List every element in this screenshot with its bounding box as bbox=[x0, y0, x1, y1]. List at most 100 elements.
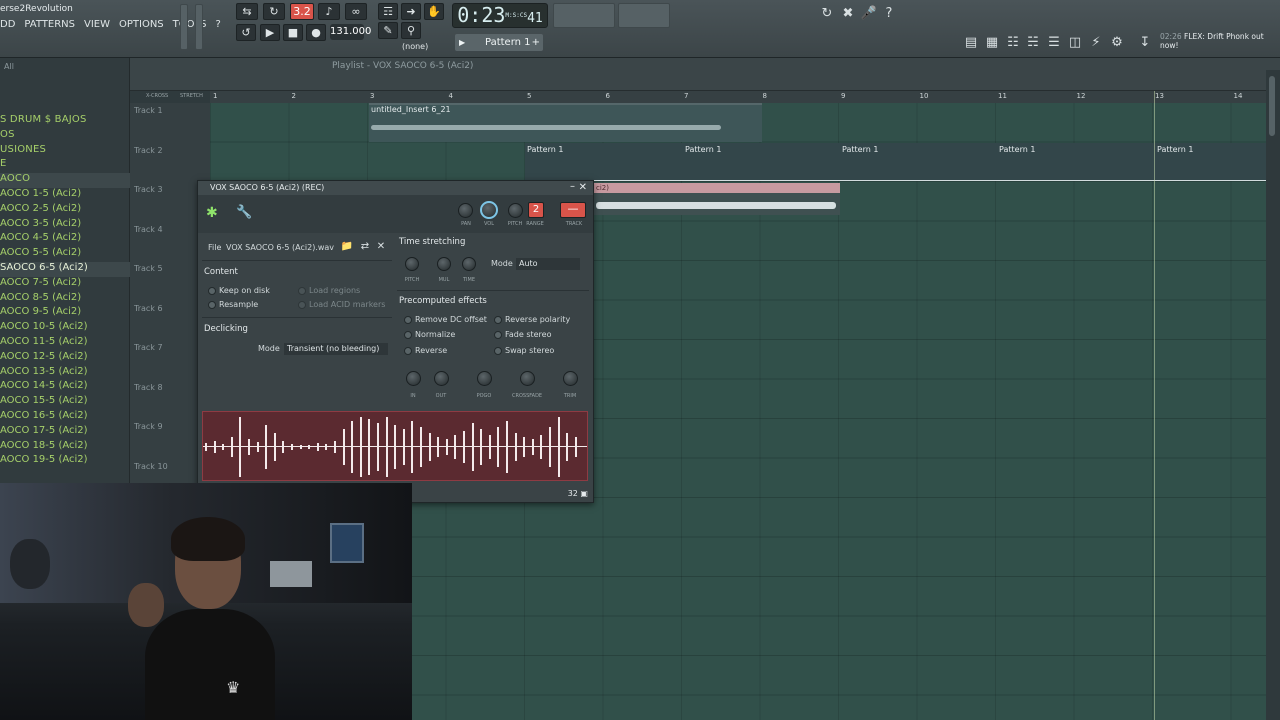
track-header-label[interactable]: Track 8 bbox=[134, 383, 163, 392]
mixer-icon[interactable]: ☷ bbox=[1004, 34, 1022, 52]
browser-item[interactable]: AOCO 12-5 (Aci2) bbox=[0, 351, 130, 366]
plugin-icon[interactable]: ⚡ bbox=[1087, 34, 1105, 52]
keep-on-disk-radio[interactable] bbox=[208, 287, 216, 295]
timeline-ruler[interactable]: 1 2 3 4 5 6 7 8 9 10 11 12 13 14 bbox=[210, 91, 1266, 103]
load-acid-radio[interactable] bbox=[298, 301, 306, 309]
browser-item[interactable]: AOCO 10-5 (Aci2) bbox=[0, 321, 130, 336]
declick-mode-select[interactable]: Transient (no bleeding) bbox=[284, 343, 388, 355]
preview-count[interactable]: 32 ▣ bbox=[568, 489, 588, 498]
scrollbar-thumb[interactable] bbox=[1269, 76, 1275, 136]
pattern-clip-3[interactable]: Pattern 1 bbox=[842, 145, 878, 154]
browser-item[interactable]: AOCO bbox=[0, 173, 130, 188]
reverse-radio[interactable] bbox=[404, 347, 412, 355]
browser-item[interactable]: AOCO 3-5 (Aci2) bbox=[0, 218, 130, 233]
playlist-icon[interactable]: ▤ bbox=[962, 34, 980, 52]
crossfade-knob[interactable] bbox=[520, 371, 535, 386]
browser-item[interactable]: AOCO 1-5 (Aci2) bbox=[0, 188, 130, 203]
microphone-icon[interactable]: 🎤 bbox=[860, 5, 878, 23]
wrench-tab-icon[interactable]: 🔧 bbox=[236, 205, 252, 220]
pattern-clip-4[interactable]: Pattern 1 bbox=[999, 145, 1035, 154]
help-icon[interactable]: ? bbox=[880, 5, 898, 23]
pattern-arrow-icon[interactable]: ▶ bbox=[459, 34, 465, 51]
pattern-clip-1[interactable]: Pattern 1 bbox=[527, 145, 563, 154]
in-knob[interactable] bbox=[406, 371, 421, 386]
sample-preview[interactable] bbox=[202, 411, 588, 481]
out-knob[interactable] bbox=[434, 371, 449, 386]
browser-item[interactable]: AOCO 18-5 (Aci2) bbox=[0, 440, 130, 455]
folder-icon[interactable]: 📁 bbox=[340, 238, 354, 256]
track-header-label[interactable]: Track 1 bbox=[134, 106, 163, 115]
play-button[interactable]: ▶ bbox=[260, 24, 280, 41]
browser-filter[interactable]: All bbox=[4, 62, 14, 71]
normalize-radio[interactable] bbox=[404, 331, 412, 339]
track-header-label[interactable]: Track 3 bbox=[134, 185, 163, 194]
master-volume-slider[interactable] bbox=[180, 4, 188, 50]
volume-knob[interactable] bbox=[480, 201, 498, 219]
load-regions-radio[interactable] bbox=[298, 287, 306, 295]
mixer-track-button[interactable]: — bbox=[560, 202, 586, 218]
browser-item[interactable]: S DRUM $ BAJOS bbox=[0, 114, 130, 129]
waveform-tab-icon[interactable]: ✱ bbox=[206, 205, 218, 221]
file-close-icon[interactable]: ✕ bbox=[374, 238, 388, 256]
browser-icon[interactable]: ◫ bbox=[1066, 34, 1084, 52]
pogo-knob[interactable] bbox=[477, 371, 492, 386]
ts-pitch-knob[interactable] bbox=[405, 257, 419, 271]
track-header-label[interactable]: Track 7 bbox=[134, 343, 163, 352]
channel-rack-icon[interactable]: ▦ bbox=[983, 34, 1001, 52]
song-mode-button[interactable]: ⇆ bbox=[236, 3, 258, 20]
blend-button[interactable]: ∞ bbox=[345, 3, 367, 20]
browser-item[interactable]: AOCO 17-5 (Aci2) bbox=[0, 425, 130, 440]
undo-icon[interactable]: ↻ bbox=[818, 5, 836, 23]
swap-stereo-radio[interactable] bbox=[494, 347, 502, 355]
browser-item[interactable]: AOCO 4-5 (Aci2) bbox=[0, 232, 130, 247]
browser-item[interactable]: AOCO 11-5 (Aci2) bbox=[0, 336, 130, 351]
swap-icon[interactable]: ⇄ bbox=[358, 238, 372, 256]
tempo-display[interactable]: 131.000 bbox=[330, 24, 371, 40]
mixer-link-icon[interactable]: ✖ bbox=[839, 5, 857, 23]
track-header-label[interactable]: Track 5 bbox=[134, 264, 163, 273]
menu-options[interactable]: OPTIONS bbox=[119, 19, 164, 30]
browser-item[interactable]: AOCO 7-5 (Aci2) bbox=[0, 277, 130, 292]
stop-button[interactable]: ■ bbox=[283, 24, 303, 41]
track-header-label[interactable]: Track 4 bbox=[134, 225, 163, 234]
audio-clip-insert[interactable]: untitled_Insert 6_21 bbox=[369, 103, 762, 142]
record-mode-icon[interactable]: ↺ bbox=[236, 24, 256, 41]
pattern-clip-2[interactable]: Pattern 1 bbox=[685, 145, 721, 154]
news-hint[interactable]: 02:26 FLEX: Drift Phonk out now! bbox=[1160, 32, 1270, 50]
ts-mode-select[interactable]: Auto bbox=[516, 258, 580, 270]
browser-item[interactable]: AOCO 5-5 (Aci2) bbox=[0, 247, 130, 262]
trim-knob[interactable] bbox=[563, 371, 578, 386]
piano-icon[interactable]: ☶ bbox=[378, 3, 398, 20]
audio-clip-vox[interactable]: ci2) bbox=[594, 183, 840, 215]
browser-item[interactable]: E bbox=[0, 158, 130, 173]
add-pattern-icon[interactable]: + bbox=[532, 34, 540, 51]
menu-help[interactable]: ? bbox=[215, 19, 220, 30]
browser-item[interactable]: AOCO 8-5 (Aci2) bbox=[0, 292, 130, 307]
browser-item[interactable]: AOCO 14-5 (Aci2) bbox=[0, 380, 130, 395]
track-header-label[interactable]: Track 9 bbox=[134, 422, 163, 431]
browser-item[interactable]: SAOCO 6-5 (Aci2) bbox=[0, 261, 130, 277]
track-header-label[interactable]: Track 6 bbox=[134, 304, 163, 313]
track-header-label[interactable]: Track 2 bbox=[134, 146, 163, 155]
channel-title-bar[interactable]: VOX SAOCO 6-5 (Aci2) (REC) – ✕ bbox=[198, 181, 593, 195]
reverse-polarity-radio[interactable] bbox=[494, 316, 502, 324]
remove-dc-radio[interactable] bbox=[404, 316, 412, 324]
fade-stereo-radio[interactable] bbox=[494, 331, 502, 339]
close-icon[interactable]: ✕ bbox=[579, 181, 587, 195]
loop-count-badge[interactable]: 3.2 bbox=[290, 3, 314, 20]
playhead[interactable] bbox=[1154, 91, 1155, 720]
minimize-icon[interactable]: – bbox=[570, 180, 575, 194]
browser-item[interactable]: AOCO 9-5 (Aci2) bbox=[0, 306, 130, 321]
pitch-knob[interactable] bbox=[508, 203, 523, 218]
resample-radio[interactable] bbox=[208, 301, 216, 309]
menu-file[interactable]: DD bbox=[0, 19, 15, 30]
hand-icon[interactable]: ✋ bbox=[424, 3, 444, 20]
ts-mul-knob[interactable] bbox=[437, 257, 451, 271]
pencil-icon[interactable]: ✎ bbox=[378, 22, 398, 39]
browser-item[interactable]: AOCO 13-5 (Aci2) bbox=[0, 366, 130, 381]
metronome-button[interactable]: ♪ bbox=[318, 3, 340, 20]
record-button[interactable]: ● bbox=[306, 24, 326, 41]
pattern-clip-5[interactable]: Pattern 1 bbox=[1157, 145, 1193, 154]
browser-item[interactable]: USIONES bbox=[0, 144, 130, 159]
browser-item[interactable]: AOCO 15-5 (Aci2) bbox=[0, 395, 130, 410]
